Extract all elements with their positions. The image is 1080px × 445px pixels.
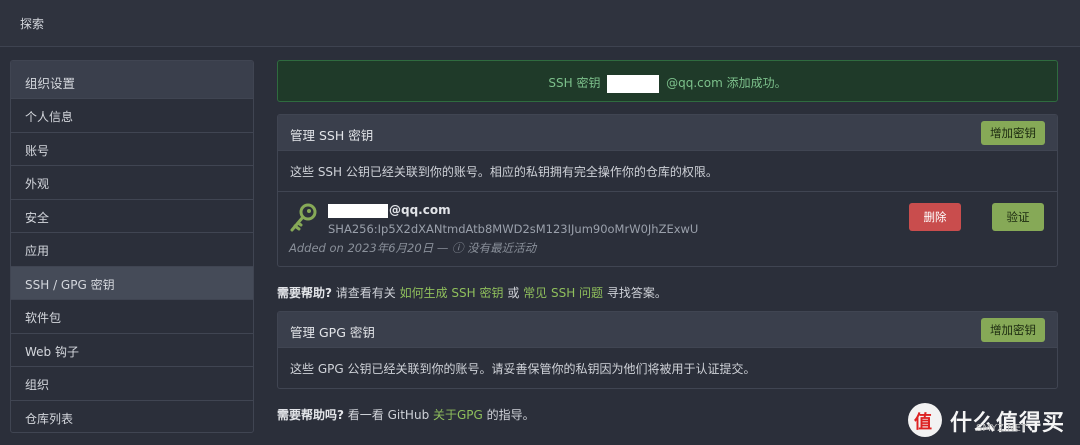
- help-text-part: 或: [503, 286, 524, 300]
- flash-suffix: @qq.com 添加成功。: [666, 76, 787, 90]
- help-label: 需要帮助吗?: [277, 408, 344, 422]
- help-text-part: 寻找答案。: [603, 286, 667, 300]
- settings-sidebar: 组织设置 个人信息 账号 外观 安全 应用 SSH / GPG 密钥 软件包 W…: [10, 60, 254, 433]
- ssh-key-meta: Added on 2023年6月20日 — ⓘ 没有最近活动: [289, 241, 537, 255]
- ssh-key-name-suffix: @qq.com: [389, 203, 451, 217]
- gpg-keys-panel: 管理 GPG 密钥 增加密钥 这些 GPG 公钥已经关联到你的账号。请妥善保管你…: [277, 311, 1058, 389]
- sidebar-item-ssh-gpg-keys[interactable]: SSH / GPG 密钥: [11, 266, 253, 300]
- delete-key-button[interactable]: 删除: [909, 203, 961, 231]
- sidebar-item-profile[interactable]: 个人信息: [11, 99, 253, 133]
- help-text-part: 的指导。: [482, 408, 535, 422]
- verify-key-button[interactable]: 验证: [992, 203, 1044, 231]
- gpg-panel-description: 这些 GPG 公钥已经关联到你的账号。请妥善保管你的私钥因为他们将被用于认证提交…: [290, 362, 756, 376]
- sidebar-item-webhooks[interactable]: Web 钩子: [11, 334, 253, 367]
- flash-prefix: SSH 密钥: [548, 76, 601, 90]
- sidebar-header: 组织设置: [11, 61, 253, 99]
- sidebar-item-security[interactable]: 安全: [11, 200, 253, 233]
- generate-ssh-key-link[interactable]: 如何生成 SSH 密钥: [400, 286, 504, 300]
- site-watermark: 值 什么值得买 SMYZ.NET: [908, 403, 1068, 439]
- success-flash-message: SSH 密钥 @qq.com 添加成功。: [277, 60, 1058, 102]
- redacted-block: [607, 74, 660, 93]
- redacted-block: [328, 203, 388, 218]
- ssh-help-text: 需要帮助? 请查看有关 如何生成 SSH 密钥 或 常见 SSH 问题 寻找答案…: [277, 284, 1058, 300]
- gpg-panel-header: 管理 GPG 密钥 增加密钥: [278, 312, 1057, 348]
- watermark-logo-char: 值: [914, 412, 932, 433]
- watermark-subtext: SMYZ.NET: [976, 423, 1028, 434]
- ssh-panel-header: 管理 SSH 密钥 增加密钥: [278, 115, 1057, 151]
- sidebar-item-organizations[interactable]: 组织: [11, 367, 253, 401]
- key-icon: [290, 203, 317, 232]
- ssh-keys-panel: 管理 SSH 密钥 增加密钥 这些 SSH 公钥已经关联到你的账号。相应的私钥拥…: [277, 114, 1058, 267]
- ssh-panel-description: 这些 SSH 公钥已经关联到你的账号。相应的私钥拥有完全操作你的仓库的权限。: [278, 151, 1057, 192]
- gpg-panel-title: 管理 GPG 密钥: [290, 325, 375, 340]
- watermark-logo-icon: 值: [908, 403, 942, 437]
- ssh-key-fingerprint: SHA256:Ip5X2dXANtmdAtb8MWD2sM123IJum90oM…: [328, 222, 699, 236]
- add-ssh-key-button[interactable]: 增加密钥: [981, 121, 1045, 145]
- sidebar-item-account[interactable]: 账号: [11, 133, 253, 166]
- about-gpg-link[interactable]: 关于GPG: [433, 408, 483, 422]
- add-gpg-key-button[interactable]: 增加密钥: [981, 318, 1045, 342]
- ssh-panel-title: 管理 SSH 密钥: [290, 128, 374, 143]
- ssh-key-name: @qq.com: [328, 203, 451, 218]
- main-content: SSH 密钥 @qq.com 添加成功。 管理 SSH 密钥 增加密钥 这些 S…: [277, 60, 1058, 422]
- sidebar-item-packages[interactable]: 软件包: [11, 300, 253, 334]
- help-text-part: 请查看有关: [331, 286, 400, 300]
- top-navbar: 探索: [0, 0, 1080, 47]
- sidebar-item-repositories[interactable]: 仓库列表: [11, 401, 253, 433]
- help-text-part: 看一看 GitHub: [343, 408, 433, 422]
- help-label: 需要帮助?: [277, 286, 332, 300]
- sidebar-item-appearance[interactable]: 外观: [11, 166, 253, 200]
- nav-explore[interactable]: 探索: [20, 15, 44, 32]
- sidebar-item-applications[interactable]: 应用: [11, 233, 253, 267]
- common-ssh-issues-link[interactable]: 常见 SSH 问题: [523, 286, 603, 300]
- ssh-key-row: @qq.com SHA256:Ip5X2dXANtmdAtb8MWD2sM123…: [278, 192, 1057, 266]
